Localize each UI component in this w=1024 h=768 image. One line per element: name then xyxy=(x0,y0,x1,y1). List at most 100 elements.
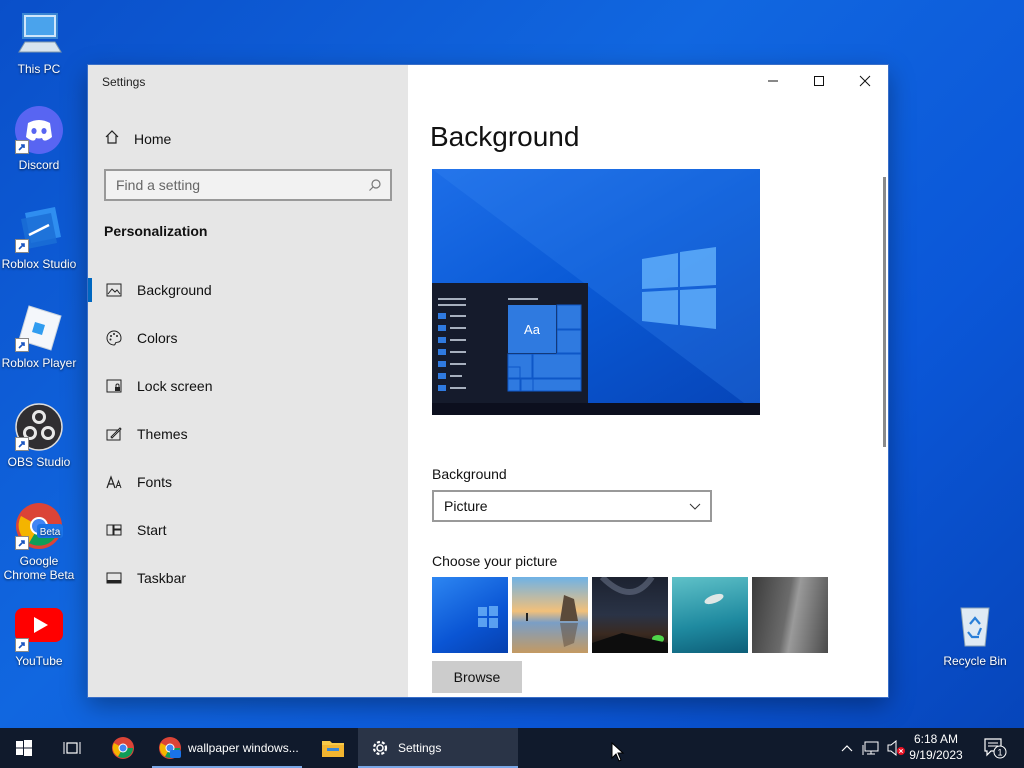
task-view-icon xyxy=(63,742,81,754)
chrome-beta-badge: Beta xyxy=(40,527,61,538)
nav-item-label: Themes xyxy=(137,426,188,442)
fonts-icon xyxy=(105,473,123,491)
picture-thumb-underwater[interactable] xyxy=(672,577,748,653)
desktop-icon-label: Recycle Bin xyxy=(943,654,1007,668)
shortcut-arrow-icon xyxy=(15,239,29,253)
desktop-icon-roblox-studio[interactable]: Roblox Studio xyxy=(0,205,78,271)
chrome-beta-icon xyxy=(159,737,181,759)
folder-icon xyxy=(322,741,344,757)
nav-item-themes[interactable]: Themes xyxy=(88,410,408,458)
chrome-icon xyxy=(112,737,134,759)
desktop-icon-label: This PC xyxy=(17,62,61,76)
scrollbar[interactable] xyxy=(883,177,886,447)
maximize-icon xyxy=(814,76,824,86)
network-button[interactable] xyxy=(860,728,882,768)
desktop-icon-label: YouTube xyxy=(15,654,63,668)
recycle-bin-icon xyxy=(951,602,999,650)
obs-studio-icon xyxy=(15,403,63,451)
preview-start-menu: Aa xyxy=(432,283,588,403)
taskbar-app-chrome-beta[interactable]: wallpaper windows... xyxy=(152,728,302,768)
palette-icon xyxy=(105,329,123,347)
action-center-button[interactable]: 1 xyxy=(978,728,1012,768)
desktop-icon-obs-studio[interactable]: OBS Studio xyxy=(0,403,78,469)
close-icon xyxy=(859,75,871,87)
picture-thumb-night-sky[interactable] xyxy=(592,577,668,653)
nav-item-colors[interactable]: Colors xyxy=(88,314,408,362)
nav-item-fonts[interactable]: Fonts xyxy=(88,458,408,506)
home-label: Home xyxy=(134,130,172,147)
maximize-button[interactable] xyxy=(796,65,842,97)
close-button[interactable] xyxy=(842,65,888,97)
start-icon xyxy=(105,521,123,539)
clock-date: 9/19/2023 xyxy=(909,748,963,762)
chevron-down-icon xyxy=(688,499,702,516)
nav-item-taskbar[interactable]: Taskbar xyxy=(88,554,408,602)
desktop-icon-chrome-beta[interactable]: Beta Google Chrome Beta xyxy=(0,502,78,582)
shortcut-arrow-icon xyxy=(15,437,29,451)
taskbar-app-settings[interactable]: Settings xyxy=(358,728,518,768)
home-nav-item[interactable]: Home xyxy=(104,129,171,148)
chevron-up-icon xyxy=(841,745,853,752)
discord-icon xyxy=(15,106,63,154)
preview-taskbar xyxy=(432,403,760,415)
start-button[interactable] xyxy=(0,728,48,768)
settings-gear-icon xyxy=(372,740,388,756)
mouse-cursor-icon xyxy=(611,741,625,767)
taskbar-icon xyxy=(105,569,123,587)
picture-thumb-windows[interactable] xyxy=(432,577,508,653)
taskbar-app-label: Settings xyxy=(398,741,442,755)
taskbar-app-label: wallpaper windows... xyxy=(188,741,299,755)
notification-count: 1 xyxy=(997,748,1002,758)
nav-item-label: Taskbar xyxy=(137,570,187,586)
nav-item-start[interactable]: Start xyxy=(88,506,408,554)
desktop-icon-recycle-bin[interactable]: Recycle Bin xyxy=(936,602,1014,668)
search-input[interactable]: Find a setting xyxy=(104,169,392,201)
volume-muted-icon xyxy=(887,740,905,756)
clock[interactable]: 6:18 AM 9/19/2023 xyxy=(906,731,966,763)
background-preview: Aa xyxy=(432,169,760,415)
task-view-button[interactable] xyxy=(48,728,96,768)
picture-thumb-beach[interactable] xyxy=(512,577,588,653)
nav-item-label: Lock screen xyxy=(137,378,213,394)
window-title: Settings xyxy=(102,75,146,89)
taskbar: wallpaper windows... Settings 6:18 AM 9/… xyxy=(0,728,1024,768)
network-icon xyxy=(862,741,879,755)
section-title: Personalization xyxy=(104,223,208,239)
clock-time: 6:18 AM xyxy=(913,732,959,746)
home-icon xyxy=(104,129,120,148)
nav-item-background[interactable]: Background xyxy=(88,266,408,314)
desktop-icon-youtube[interactable]: YouTube xyxy=(0,606,78,668)
desktop-icon-label: OBS Studio xyxy=(7,455,71,469)
lock-screen-icon xyxy=(105,377,123,395)
taskbar-chrome-button[interactable] xyxy=(100,728,146,768)
desktop-icon-discord[interactable]: Discord xyxy=(0,106,78,172)
shortcut-arrow-icon xyxy=(15,536,29,550)
taskbar-file-explorer-button[interactable] xyxy=(310,728,356,768)
search-placeholder: Find a setting xyxy=(116,177,201,193)
shortcut-arrow-icon xyxy=(15,638,29,652)
roblox-player-icon xyxy=(15,304,63,352)
picture-thumb-rock[interactable] xyxy=(752,577,828,653)
show-hidden-icons-button[interactable] xyxy=(836,728,858,768)
settings-main: Background Aa Background Picture Choose … xyxy=(408,65,888,697)
desktop-icon-this-pc[interactable]: This PC xyxy=(0,10,78,76)
nav-item-label: Start xyxy=(137,522,167,538)
this-pc-icon xyxy=(15,10,63,58)
nav-item-label: Colors xyxy=(137,330,178,346)
desktop-icon-label: Discord xyxy=(18,158,60,172)
choose-picture-label: Choose your picture xyxy=(432,553,558,569)
volume-button[interactable] xyxy=(884,728,908,768)
settings-window[interactable]: Settings Home Find a setting Personaliza… xyxy=(88,65,888,697)
browse-button[interactable]: Browse xyxy=(432,661,522,693)
desktop-icon-label: Roblox Player xyxy=(1,356,77,370)
minimize-button[interactable] xyxy=(750,65,796,97)
windows-start-icon xyxy=(16,740,32,756)
desktop-icon-label: Google Chrome Beta xyxy=(3,554,75,582)
background-select-value: Picture xyxy=(444,498,488,514)
background-select[interactable]: Picture xyxy=(432,490,712,522)
desktop-icon-roblox-player[interactable]: Roblox Player xyxy=(0,304,78,370)
page-title: Background xyxy=(430,121,580,152)
nav-item-lock-screen[interactable]: Lock screen xyxy=(88,362,408,410)
preview-tile-text: Aa xyxy=(524,322,541,337)
shortcut-arrow-icon xyxy=(15,140,29,154)
